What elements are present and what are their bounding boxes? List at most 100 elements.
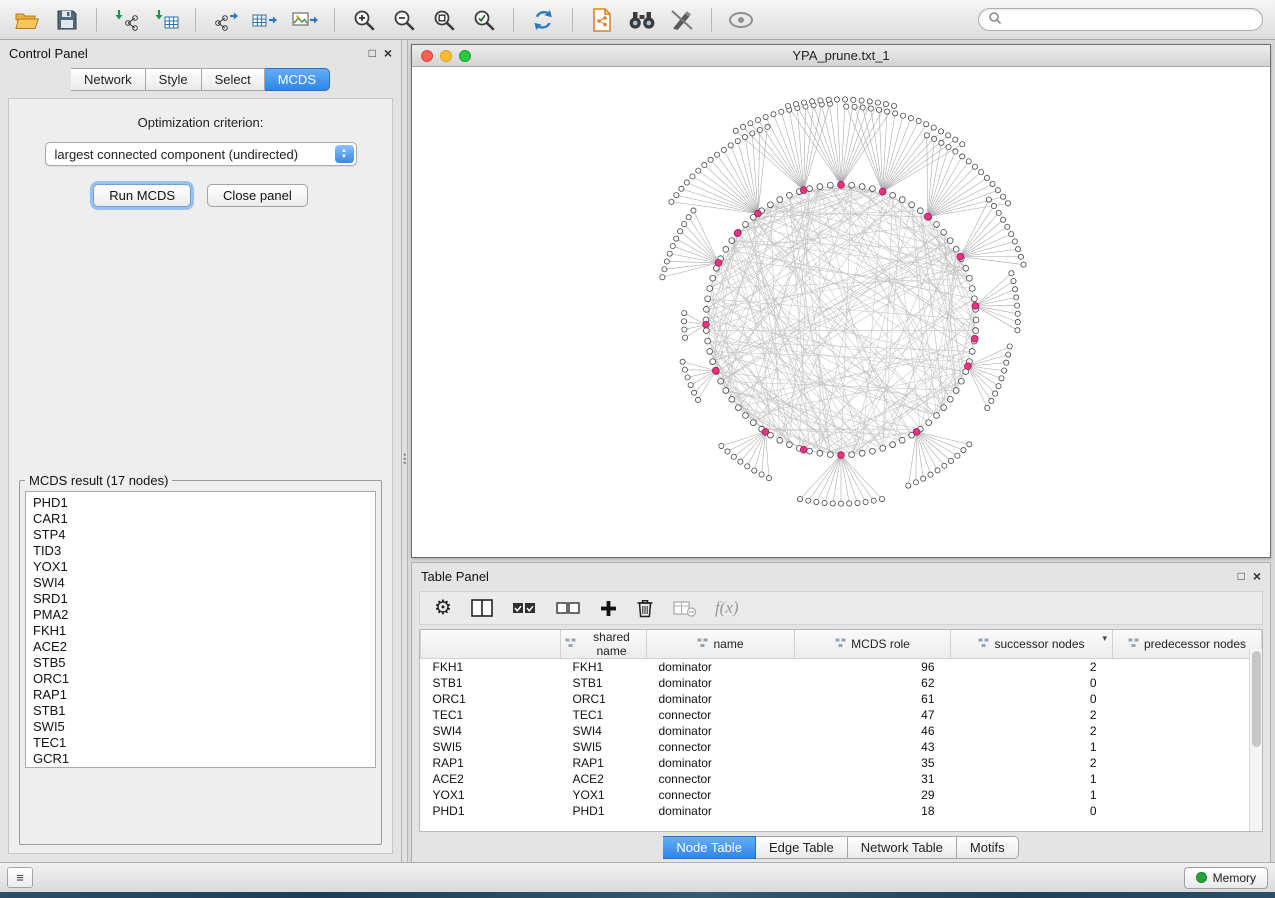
mcds-result-node[interactable]: YOX1 bbox=[33, 559, 375, 575]
save-session-icon[interactable] bbox=[52, 5, 82, 35]
mcds-result-list: PHD1CAR1STP4TID3YOX1SWI4SRD1PMA2FKH1ACE2… bbox=[25, 491, 376, 768]
float-panel-icon[interactable]: □ bbox=[369, 47, 376, 59]
table-row[interactable]: ACE2 ACE2 connector 31 1 bbox=[421, 771, 1262, 787]
import-network-icon[interactable] bbox=[111, 5, 141, 35]
open-session-icon[interactable] bbox=[12, 5, 42, 35]
control-panel-tab[interactable]: Network bbox=[71, 68, 146, 91]
table-tab[interactable]: Edge Table bbox=[756, 836, 848, 859]
cell-shared-name: TEC1 bbox=[421, 707, 561, 723]
table-settings-icon[interactable]: ⚙ bbox=[434, 595, 452, 621]
close-panel-button[interactable]: Close panel bbox=[207, 184, 308, 207]
cell-successor-nodes: 61 bbox=[795, 691, 951, 707]
mcds-result-node[interactable]: SWI5 bbox=[33, 719, 375, 735]
control-panel-tab[interactable]: Style bbox=[146, 68, 202, 91]
table-row[interactable]: FKH1 FKH1 dominator 96 2 bbox=[421, 659, 1262, 675]
table-row[interactable]: TEC1 TEC1 connector 47 2 bbox=[421, 707, 1262, 723]
share-document-icon[interactable] bbox=[587, 5, 617, 35]
mcds-result-node[interactable]: STP4 bbox=[33, 527, 375, 543]
cell-mcds-role: dominator bbox=[647, 755, 795, 771]
mcds-result-node[interactable]: PHD1 bbox=[33, 495, 375, 511]
close-table-panel-icon[interactable]: × bbox=[1253, 569, 1261, 583]
network-window-titlebar[interactable]: YPA_prune.txt_1 bbox=[412, 45, 1270, 67]
zoom-out-icon[interactable] bbox=[389, 5, 419, 35]
control-panel-tabs: NetworkStyleSelectMCDS bbox=[0, 68, 401, 91]
table-tab[interactable]: Node Table bbox=[663, 836, 756, 859]
export-image-icon[interactable] bbox=[290, 5, 320, 35]
global-search bbox=[978, 8, 1263, 31]
search-input[interactable] bbox=[1008, 13, 1253, 27]
run-mcds-button[interactable]: Run MCDS bbox=[93, 184, 191, 207]
zoom-in-icon[interactable] bbox=[349, 5, 379, 35]
memory-button[interactable]: Memory bbox=[1184, 867, 1268, 889]
cell-name: FKH1 bbox=[561, 659, 647, 675]
cell-name: SWI4 bbox=[561, 723, 647, 739]
mcds-result-node[interactable]: GCR1 bbox=[33, 751, 375, 767]
maximize-window-icon[interactable] bbox=[459, 50, 471, 62]
control-panel-tab[interactable]: Select bbox=[202, 68, 265, 91]
table-row[interactable]: SWI4 SWI4 dominator 46 2 bbox=[421, 723, 1262, 739]
table-tab[interactable]: Network Table bbox=[848, 836, 957, 859]
table-row[interactable]: PHD1 PHD1 dominator 18 0 bbox=[421, 803, 1262, 819]
mcds-result-node[interactable]: TID3 bbox=[33, 543, 375, 559]
close-panel-icon[interactable]: × bbox=[384, 46, 392, 60]
cell-predecessor-nodes: 0 bbox=[951, 675, 1113, 691]
mcds-result-node[interactable]: PMA2 bbox=[33, 607, 375, 623]
column-type-icon bbox=[978, 637, 989, 651]
column-header[interactable]: MCDS role bbox=[795, 630, 951, 659]
mcds-result-node[interactable]: SRD1 bbox=[33, 591, 375, 607]
mcds-result-node[interactable]: FKH1 bbox=[33, 623, 375, 639]
mcds-result-node[interactable]: RAP1 bbox=[33, 687, 375, 703]
float-table-panel-icon[interactable]: □ bbox=[1238, 570, 1245, 582]
cell-mcds-role: connector bbox=[647, 739, 795, 755]
deselect-all-icon[interactable] bbox=[556, 595, 581, 621]
mcds-result-node[interactable]: ACE2 bbox=[33, 639, 375, 655]
add-row-icon[interactable] bbox=[600, 595, 617, 621]
table-row[interactable]: ORC1 ORC1 dominator 61 0 bbox=[421, 691, 1262, 707]
table-scrollbar[interactable] bbox=[1249, 649, 1262, 831]
task-menu-icon[interactable]: ≡ bbox=[7, 867, 33, 888]
cell-successor-nodes: 18 bbox=[795, 803, 951, 819]
mcds-result-node[interactable]: STB1 bbox=[33, 703, 375, 719]
network-canvas[interactable] bbox=[412, 67, 1270, 557]
cell-filler bbox=[1113, 691, 1262, 707]
sort-arrow-icon[interactable]: ▾ bbox=[1102, 633, 1107, 644]
cell-successor-nodes: 35 bbox=[795, 755, 951, 771]
export-network-icon[interactable] bbox=[210, 5, 240, 35]
close-window-icon[interactable] bbox=[421, 50, 433, 62]
import-table-icon[interactable] bbox=[151, 5, 181, 35]
column-header[interactable]: successor nodes▾ bbox=[951, 630, 1113, 659]
column-header[interactable]: shared name bbox=[561, 630, 647, 659]
cell-mcds-role: dominator bbox=[647, 659, 795, 675]
zoom-fit-icon[interactable] bbox=[429, 5, 459, 35]
toggle-visibility-icon[interactable] bbox=[726, 5, 756, 35]
show-columns-icon[interactable] bbox=[471, 595, 493, 621]
control-panel-tab[interactable]: MCDS bbox=[265, 68, 330, 91]
cell-name: TEC1 bbox=[561, 707, 647, 723]
cell-mcds-role: connector bbox=[647, 787, 795, 803]
table-row[interactable]: RAP1 RAP1 dominator 35 2 bbox=[421, 755, 1262, 771]
delete-rows-icon[interactable] bbox=[636, 595, 654, 621]
cell-successor-nodes: 46 bbox=[795, 723, 951, 739]
mcds-result-node[interactable]: SWI4 bbox=[33, 575, 375, 591]
column-header[interactable]: name bbox=[647, 630, 795, 659]
table-scrollbar-thumb[interactable] bbox=[1252, 651, 1261, 747]
export-table-icon[interactable] bbox=[250, 5, 280, 35]
column-header[interactable]: predecessor nodes bbox=[1113, 630, 1262, 659]
mcds-result-node[interactable]: ORC1 bbox=[33, 671, 375, 687]
search-network-icon[interactable] bbox=[627, 5, 657, 35]
table-row[interactable]: SWI5 SWI5 connector 43 1 bbox=[421, 739, 1262, 755]
table-row[interactable]: YOX1 YOX1 connector 29 1 bbox=[421, 787, 1262, 803]
minimize-window-icon[interactable] bbox=[440, 50, 452, 62]
table-row[interactable]: STB1 STB1 dominator 62 0 bbox=[421, 675, 1262, 691]
zoom-selected-icon[interactable] bbox=[469, 5, 499, 35]
select-all-icon[interactable] bbox=[512, 595, 537, 621]
cell-predecessor-nodes: 2 bbox=[951, 723, 1113, 739]
apply-layout-icon[interactable] bbox=[528, 5, 558, 35]
mcds-result-node[interactable]: CAR1 bbox=[33, 511, 375, 527]
mcds-result-node[interactable]: TEC1 bbox=[33, 735, 375, 751]
table-tab[interactable]: Motifs bbox=[957, 836, 1019, 859]
cell-filler bbox=[1113, 723, 1262, 739]
mcds-result-node[interactable]: STB5 bbox=[33, 655, 375, 671]
criterion-dropdown[interactable]: largest connected component (undirected)… bbox=[45, 142, 357, 166]
annotation-tool-icon[interactable] bbox=[667, 5, 697, 35]
